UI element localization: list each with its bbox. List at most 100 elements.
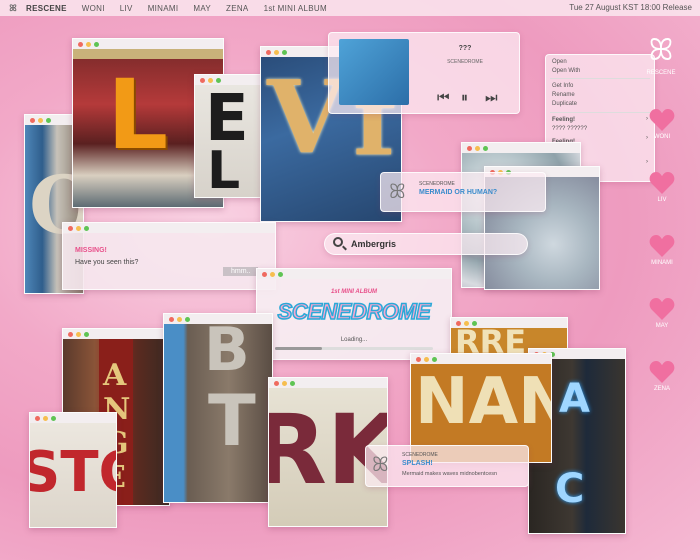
minimize-icon[interactable] [464, 320, 469, 326]
chevron-right-icon: › [646, 159, 648, 165]
close-icon[interactable] [262, 271, 267, 277]
close-icon[interactable] [467, 145, 472, 151]
album-logo: SCENEDROME [277, 298, 432, 325]
menu-item-get-info[interactable]: Get Info [552, 83, 573, 89]
window-titlebar[interactable] [269, 378, 387, 388]
minimize-icon[interactable] [76, 225, 81, 231]
menu-item-feeling[interactable]: Feeling! [552, 117, 575, 123]
zoom-icon[interactable] [282, 49, 287, 55]
minimize-icon[interactable] [270, 271, 275, 277]
loading-window[interactable]: 1st MINI ALBUM SCENEDROME Loading... [256, 268, 452, 360]
zoom-icon[interactable] [84, 331, 89, 337]
close-icon[interactable] [200, 77, 205, 83]
sidebar-item-may[interactable]: MAY [642, 297, 682, 329]
notification-title: MERMAID OR HUMAN? [419, 189, 498, 196]
menu-item-woni[interactable]: WONI [82, 4, 105, 13]
zoom-icon[interactable] [51, 415, 56, 421]
zoom-icon[interactable] [290, 380, 295, 386]
minimize-icon[interactable] [282, 380, 287, 386]
zoom-icon[interactable] [278, 271, 283, 277]
window-titlebar[interactable] [63, 223, 275, 233]
pause-icon[interactable]: ⏸ [461, 89, 468, 106]
menu-item-feeling-sub[interactable]: ???? ?????? [552, 126, 587, 132]
minimize-icon[interactable] [475, 145, 480, 151]
close-icon[interactable] [456, 320, 461, 326]
zoom-icon[interactable] [472, 320, 477, 326]
sidebar-item-minami[interactable]: MINAMI [642, 234, 682, 266]
minimize-icon[interactable] [274, 49, 279, 55]
notification-mermaid[interactable]: ꕤ SCENEDROME MERMAID OR HUMAN? [380, 172, 546, 212]
zoom-icon[interactable] [94, 41, 99, 47]
close-icon[interactable] [416, 356, 421, 362]
menu-item-liv[interactable]: LIV [120, 4, 133, 13]
zoom-icon[interactable] [216, 77, 221, 83]
heart-icon [649, 297, 675, 321]
photo-letter: NAN [415, 365, 551, 439]
window-titlebar[interactable] [411, 354, 551, 364]
album-line-text: 1st MINI ALBUM [330, 289, 378, 295]
search-input[interactable]: Ambergris [351, 239, 396, 249]
sidebar-item-woni[interactable]: WONI [642, 108, 682, 140]
menu-item-duplicate[interactable]: Duplicate [552, 101, 577, 107]
minimize-icon[interactable] [38, 117, 43, 123]
loading-progress-bar [275, 347, 433, 350]
rescene-logo-icon: ꕤ [389, 181, 406, 203]
heart-icon [649, 108, 675, 132]
menu-item-minami[interactable]: MINAMI [148, 4, 179, 13]
window-titlebar[interactable] [30, 413, 116, 423]
window-titlebar[interactable] [462, 143, 580, 153]
sidebar-item-liv[interactable]: LIV [642, 171, 682, 203]
close-icon[interactable] [169, 316, 174, 322]
photo-letter: L [107, 59, 169, 171]
photo-window-sto-sign[interactable]: STO [29, 412, 117, 528]
zoom-icon[interactable] [432, 356, 437, 362]
minimize-icon[interactable] [76, 331, 81, 337]
window-titlebar[interactable] [257, 269, 451, 279]
message-window[interactable]: MISSING! Have you seen this? hmm.. [62, 222, 276, 290]
minimize-icon[interactable] [177, 316, 182, 322]
menu-item-may[interactable]: MAY [193, 4, 211, 13]
minimize-icon[interactable] [86, 41, 91, 47]
album-art-thumbnail[interactable] [339, 39, 409, 105]
close-icon[interactable] [266, 49, 271, 55]
notification-app-name: SCENEDROME [402, 452, 438, 458]
next-track-icon[interactable]: ⏭ [485, 89, 498, 106]
search-bar[interactable]: Ambergris [324, 233, 528, 255]
player-artist: SCENEDROME [447, 59, 483, 65]
menu-item-rescene[interactable]: RESCENE [26, 4, 67, 13]
menu-divider [550, 112, 650, 113]
close-icon[interactable] [68, 225, 73, 231]
window-titlebar[interactable] [451, 318, 567, 328]
notification-app-name: SCENEDROME [419, 181, 455, 187]
rescene-logo-icon[interactable]: ꕤ [0, 3, 26, 14]
zoom-icon[interactable] [185, 316, 190, 322]
music-player-widget: ??? SCENEDROME ⏮ ⏸ ⏭ [328, 32, 520, 114]
window-titlebar[interactable] [164, 314, 272, 324]
photo-window-bt-sign[interactable]: B T [163, 313, 273, 503]
previous-track-icon[interactable]: ⏮ [437, 89, 450, 106]
minimize-icon[interactable] [424, 356, 429, 362]
zoom-icon[interactable] [84, 225, 89, 231]
close-icon[interactable] [274, 380, 279, 386]
window-titlebar[interactable] [73, 39, 223, 49]
menu-item-album[interactable]: 1st MINI ALBUM [264, 4, 327, 13]
menu-item-open[interactable]: Open [552, 59, 567, 65]
sidebar-item-zena[interactable]: ZENA [642, 360, 682, 392]
sidebar-item-rescene[interactable]: ꕤ RESCENE [641, 36, 681, 77]
photo-letter: L [207, 141, 241, 197]
heart-icon [649, 171, 675, 195]
menu-item-open-with[interactable]: Open With [552, 68, 580, 74]
window-titlebar[interactable] [63, 329, 169, 339]
close-icon[interactable] [35, 415, 40, 421]
close-icon[interactable] [30, 117, 35, 123]
photo-letter: A [559, 376, 590, 422]
zoom-icon[interactable] [483, 145, 488, 151]
zoom-icon[interactable] [46, 117, 51, 123]
minimize-icon[interactable] [43, 415, 48, 421]
menu-item-zena[interactable]: ZENA [226, 4, 249, 13]
menu-item-rename[interactable]: Rename [552, 92, 575, 98]
minimize-icon[interactable] [208, 77, 213, 83]
notification-splash[interactable]: ꕤ SCENEDROME SPLASH! Mermaid makes waves… [365, 445, 529, 487]
close-icon[interactable] [78, 41, 83, 47]
close-icon[interactable] [68, 331, 73, 337]
